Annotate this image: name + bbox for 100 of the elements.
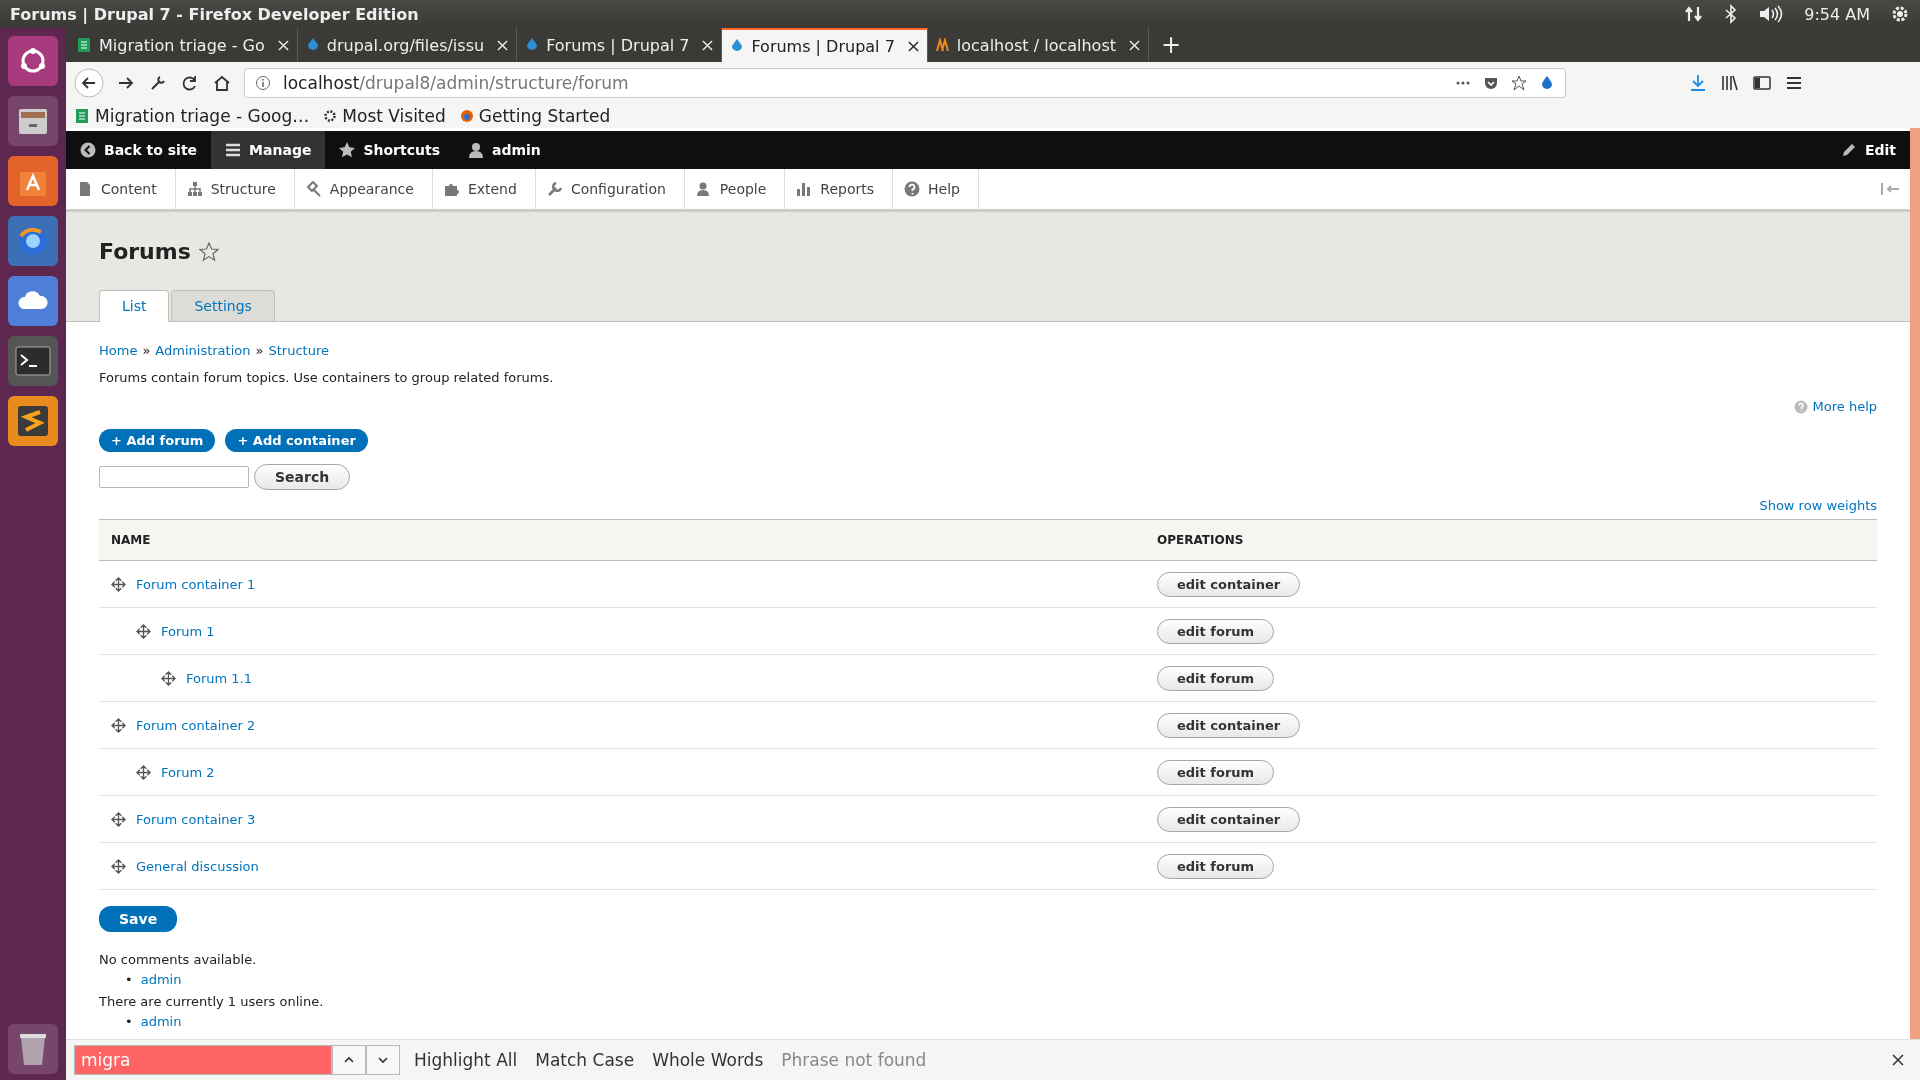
terminal-icon[interactable] <box>8 336 58 386</box>
edit-button[interactable]: edit container <box>1157 806 1301 832</box>
list-bullet: • <box>125 1014 133 1029</box>
previous-match-button[interactable] <box>332 1045 366 1075</box>
page-tab[interactable]: List <box>99 290 170 322</box>
new-tab-button[interactable]: + <box>1149 31 1194 59</box>
zigzag-icon[interactable] <box>8 396 58 446</box>
forum-link[interactable]: General discussion <box>136 858 259 874</box>
page-tab[interactable]: Settings <box>171 290 275 321</box>
info-icon[interactable] <box>255 75 271 91</box>
show-row-weights-link[interactable]: Show row weights <box>1759 498 1877 513</box>
drag-handle-icon[interactable] <box>136 623 151 639</box>
save-button[interactable]: Save <box>99 906 178 932</box>
edit-button[interactable]: edit forum <box>1157 759 1275 785</box>
document-icon <box>77 181 93 197</box>
sidebar-icon[interactable] <box>1752 73 1772 93</box>
more-help-link[interactable]: More help <box>1793 399 1877 414</box>
toolbar-item[interactable]: admin <box>454 131 555 169</box>
breadcrumb-link[interactable]: Administration <box>155 343 251 358</box>
spreadsheet-icon <box>78 38 92 52</box>
breadcrumb-separator: » <box>142 343 151 358</box>
help-icon <box>904 181 921 197</box>
pocket-icon[interactable] <box>1483 75 1499 91</box>
cloud-icon[interactable] <box>8 276 58 326</box>
find-option[interactable]: Highlight All <box>414 1050 518 1070</box>
drag-handle-icon[interactable] <box>111 811 126 827</box>
column-header: NAME <box>110 533 152 547</box>
forum-link[interactable]: Forum container 1 <box>136 576 256 592</box>
bookmark[interactable]: Migration triage - Goog… <box>76 106 310 126</box>
pencil-icon <box>1840 142 1857 158</box>
tray-menu-item[interactable]: Configuration <box>535 169 685 209</box>
online-note: There are currently 1 users online. <box>99 994 325 1009</box>
user-link[interactable]: admin <box>140 972 182 987</box>
action-button[interactable]: + Add forum <box>99 429 216 452</box>
drop-icon[interactable] <box>1539 75 1555 91</box>
puzzle-piece-icon <box>443 181 460 197</box>
column-header: OPERATIONS <box>1157 533 1244 547</box>
find-option[interactable]: Whole Words <box>652 1050 764 1070</box>
cabinet-icon[interactable] <box>8 96 58 146</box>
star-icon <box>339 142 356 158</box>
drag-handle-icon[interactable] <box>136 764 151 780</box>
tray-menu-item[interactable]: Structure <box>175 169 295 209</box>
network-arrows-icon[interactable] <box>1684 4 1705 24</box>
scrollbar[interactable] <box>1910 128 1920 1039</box>
tray-menu-item[interactable]: Extend <box>432 169 536 209</box>
toolbar-item[interactable]: Shortcuts <box>325 131 454 169</box>
page-title: Forums <box>99 239 191 264</box>
edit-button[interactable]: edit container <box>1157 712 1301 738</box>
edit-button[interactable]: Edit <box>1826 131 1910 169</box>
toolbar-item[interactable]: Back to site <box>66 131 212 169</box>
user-link[interactable]: admin <box>140 1014 182 1029</box>
drag-handle-icon[interactable] <box>111 576 126 592</box>
forum-link[interactable]: Forum container 3 <box>136 811 256 827</box>
bar-chart-icon <box>796 181 813 197</box>
forum-link[interactable]: Forum 1.1 <box>186 670 253 686</box>
bookmark[interactable]: Most Visited <box>323 106 446 126</box>
tray-menu-item[interactable]: Reports <box>785 169 894 209</box>
trash-icon[interactable] <box>8 1024 58 1074</box>
star-icon[interactable] <box>1511 75 1527 91</box>
search-field[interactable] <box>99 466 249 488</box>
bag-icon[interactable] <box>8 156 58 206</box>
browser-tab[interactable]: Forums | Drupal 7 <box>722 28 928 62</box>
toolbar-item[interactable]: Manage <box>211 131 326 169</box>
drop-icon <box>730 39 745 53</box>
speaker-icon[interactable] <box>1758 4 1785 24</box>
forum-link[interactable]: Forum 2 <box>161 764 215 780</box>
wrench-icon <box>546 181 563 197</box>
star-icon[interactable] <box>198 241 219 262</box>
drag-handle-icon[interactable] <box>111 717 126 733</box>
forum-link[interactable]: Forum 1 <box>161 623 215 639</box>
bookmark[interactable]: Getting Started <box>459 106 611 126</box>
drag-handle-icon[interactable] <box>111 858 126 874</box>
tray-menu-item[interactable]: Help <box>893 169 979 209</box>
power-gear-icon[interactable] <box>1890 4 1910 24</box>
edit-button[interactable]: edit forum <box>1157 618 1275 644</box>
find-option[interactable]: Match Case <box>535 1050 635 1070</box>
home-icon[interactable] <box>212 73 232 93</box>
tray-menu-item[interactable]: Content <box>66 169 176 209</box>
breadcrumb-link[interactable]: Home <box>99 343 138 358</box>
search-button[interactable]: Search <box>254 464 351 490</box>
tray-menu-item[interactable]: Appearance <box>294 169 433 209</box>
edit-button[interactable]: edit forum <box>1157 853 1275 879</box>
breadcrumb-link[interactable]: Structure <box>268 343 329 358</box>
list-bullet: • <box>125 972 133 987</box>
library-icon[interactable] <box>1720 73 1740 93</box>
drag-handle-icon[interactable] <box>161 670 176 686</box>
forum-link[interactable]: Forum container 2 <box>136 717 256 733</box>
bluetooth-icon[interactable] <box>1724 4 1739 24</box>
ubuntu-logo-icon[interactable] <box>8 36 58 86</box>
close-icon[interactable] <box>1892 1054 1904 1066</box>
edit-button[interactable]: edit container <box>1157 571 1301 597</box>
edit-button[interactable]: edit forum <box>1157 665 1275 691</box>
action-button[interactable]: + Add container <box>225 429 368 452</box>
address-bar[interactable]: localhost/drupal8/admin/structure/forum <box>244 68 1566 98</box>
next-match-button[interactable] <box>366 1045 400 1075</box>
globe-icon[interactable] <box>8 216 58 266</box>
clock[interactable]: 9:54 AM <box>1804 4 1870 24</box>
close-icon[interactable] <box>907 40 919 52</box>
download-icon[interactable] <box>1688 73 1708 93</box>
tray-menu-item[interactable]: People <box>684 169 786 209</box>
